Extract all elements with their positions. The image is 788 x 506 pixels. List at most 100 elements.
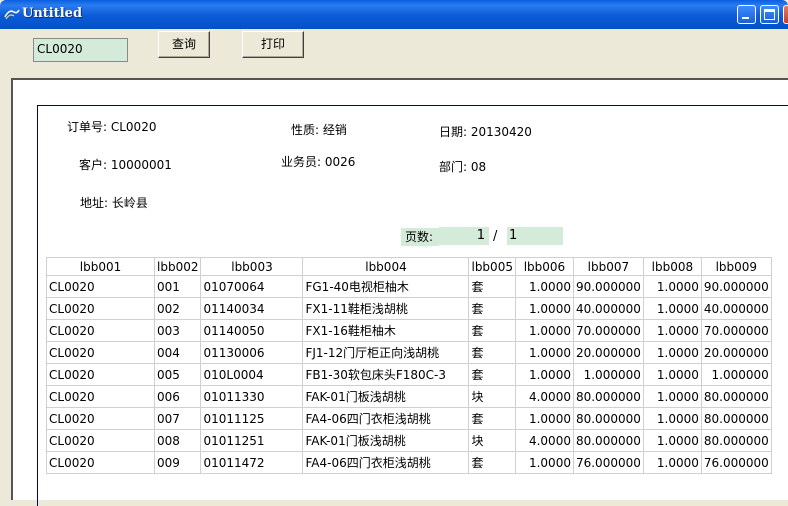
column-header[interactable]: lbb009 bbox=[700, 257, 772, 276]
table-cell: 80.000000 bbox=[572, 429, 644, 452]
table-cell: 1.0000 bbox=[514, 407, 574, 430]
table-cell: FAK-01门板浅胡桃 bbox=[302, 429, 470, 452]
table-cell: 套 bbox=[468, 451, 516, 474]
table-row[interactable]: CL0020 006 01011330 FAK-01门板浅胡桃 块 4.0000… bbox=[46, 385, 772, 408]
table-cell: 01011125 bbox=[200, 407, 304, 430]
column-header[interactable]: lbb002 bbox=[153, 257, 202, 276]
column-header[interactable]: lbb004 bbox=[302, 257, 470, 276]
table-cell: 1.0000 bbox=[642, 407, 702, 430]
page-current: 1 bbox=[439, 227, 489, 245]
column-header[interactable]: lbb007 bbox=[572, 257, 644, 276]
table-cell: 套 bbox=[468, 407, 516, 430]
table-cell: FA4-06四门衣柜浅胡桃 bbox=[302, 407, 470, 430]
table-row[interactable]: CL0020 002 01140034 FX1-11鞋柜浅胡桃 套 1.0000… bbox=[46, 297, 772, 320]
table-row[interactable]: CL0020 007 01011125 FA4-06四门衣柜浅胡桃 套 1.00… bbox=[46, 407, 772, 430]
table-cell: 01140034 bbox=[200, 297, 304, 320]
column-header[interactable]: lbb001 bbox=[46, 257, 155, 276]
table-cell: 80.000000 bbox=[700, 385, 772, 408]
table-cell: 01130006 bbox=[200, 341, 304, 364]
table-cell: FAK-01门板浅胡桃 bbox=[302, 385, 470, 408]
query-button[interactable]: 查询 bbox=[158, 31, 210, 58]
table-cell: 1.0000 bbox=[514, 451, 574, 474]
address-label: 地址: 长岭县 bbox=[80, 196, 148, 210]
table-row[interactable]: CL0020 005 010L0004 FB1-30软包床头F180C-3 套 … bbox=[46, 363, 772, 386]
table-cell: 80.000000 bbox=[572, 385, 644, 408]
table-cell: 01070064 bbox=[200, 275, 304, 298]
order-number-field[interactable]: CL0020 bbox=[33, 38, 128, 62]
table-cell: 套 bbox=[468, 319, 516, 342]
print-button[interactable]: 打印 bbox=[242, 31, 304, 58]
table-cell: 套 bbox=[468, 363, 516, 386]
table-cell: 1.0000 bbox=[642, 385, 702, 408]
column-header[interactable]: lbb005 bbox=[468, 257, 516, 276]
table-cell: 70.000000 bbox=[572, 319, 644, 342]
customer-label: 客户: 10000001 bbox=[79, 158, 172, 172]
table-cell: CL0020 bbox=[46, 451, 155, 474]
table-cell: 块 bbox=[468, 429, 516, 452]
table-cell: FG1-40电视柜柚木 bbox=[302, 275, 470, 298]
table-cell: 1.0000 bbox=[514, 341, 574, 364]
page-count-label: 页数: bbox=[401, 228, 439, 246]
table-cell: 001 bbox=[153, 275, 202, 298]
table-cell: 1.0000 bbox=[642, 429, 702, 452]
table-cell: CL0020 bbox=[46, 385, 155, 408]
table-cell: 4.0000 bbox=[514, 385, 574, 408]
table-cell: 80.000000 bbox=[572, 407, 644, 430]
table-cell: 1.0000 bbox=[642, 297, 702, 320]
table-cell: 01011472 bbox=[200, 451, 304, 474]
table-cell: 1.0000 bbox=[642, 319, 702, 342]
column-header[interactable]: lbb006 bbox=[514, 257, 574, 276]
minimize-button[interactable] bbox=[737, 5, 756, 24]
table-cell: 1.0000 bbox=[642, 451, 702, 474]
table-row[interactable]: CL0020 009 01011472 FA4-06四门衣柜浅胡桃 套 1.00… bbox=[46, 451, 772, 474]
table-cell: 套 bbox=[468, 341, 516, 364]
table-cell: 01140050 bbox=[200, 319, 304, 342]
table-row[interactable]: CL0020 004 01130006 FJ1-12门厅柜正向浅胡桃 套 1.0… bbox=[46, 341, 772, 364]
close-button[interactable] bbox=[783, 5, 788, 24]
title-bar[interactable]: Untitled bbox=[0, 0, 788, 29]
order-number-label: 订单号: CL0020 bbox=[67, 120, 157, 134]
table-cell: 90.000000 bbox=[572, 275, 644, 298]
table-cell: 01011330 bbox=[200, 385, 304, 408]
table-cell: 1.000000 bbox=[572, 363, 644, 386]
column-header[interactable]: lbb003 bbox=[200, 257, 304, 276]
table-cell: 40.000000 bbox=[572, 297, 644, 320]
table-cell: 004 bbox=[153, 341, 202, 364]
table-cell: 1.0000 bbox=[642, 363, 702, 386]
maximize-icon bbox=[764, 9, 775, 20]
table-cell: 70.000000 bbox=[700, 319, 772, 342]
table-row[interactable]: CL0020 008 01011251 FAK-01门板浅胡桃 块 4.0000… bbox=[46, 429, 772, 452]
maximize-button[interactable] bbox=[760, 5, 779, 24]
table-cell: 40.000000 bbox=[700, 297, 772, 320]
table-cell: 003 bbox=[153, 319, 202, 342]
table-cell: CL0020 bbox=[46, 407, 155, 430]
table-cell: 套 bbox=[468, 297, 516, 320]
detail-table: lbb001 lbb002 lbb003 lbb004 lbb005 lbb00… bbox=[46, 257, 772, 474]
table-cell: 002 bbox=[153, 297, 202, 320]
department-label: 部门: 08 bbox=[439, 160, 487, 174]
table-cell: 1.0000 bbox=[514, 275, 574, 298]
column-header[interactable]: lbb008 bbox=[642, 257, 702, 276]
table-cell: 006 bbox=[153, 385, 202, 408]
table-cell: FJ1-12门厅柜正向浅胡桃 bbox=[302, 341, 470, 364]
page-separator: / bbox=[493, 229, 498, 244]
table-cell: 1.0000 bbox=[514, 363, 574, 386]
table-cell: 1.000000 bbox=[700, 363, 772, 386]
table-row[interactable]: CL0020 003 01140050 FX1-16鞋柜柚木 套 1.0000 … bbox=[46, 319, 772, 342]
table-cell: 4.0000 bbox=[514, 429, 574, 452]
table-cell: 20.000000 bbox=[700, 341, 772, 364]
table-cell: 1.0000 bbox=[514, 319, 574, 342]
table-cell: 20.000000 bbox=[572, 341, 644, 364]
table-cell: FB1-30软包床头F180C-3 bbox=[302, 363, 470, 386]
minimize-icon bbox=[742, 17, 749, 19]
table-cell: CL0020 bbox=[46, 275, 155, 298]
table-cell: 007 bbox=[153, 407, 202, 430]
page-total: 1 bbox=[507, 227, 563, 245]
salesman-label: 业务员: 0026 bbox=[281, 155, 356, 169]
table-cell: CL0020 bbox=[46, 319, 155, 342]
table-row[interactable]: CL0020 001 01070064 FG1-40电视柜柚木 套 1.0000… bbox=[46, 275, 772, 298]
table-cell: 009 bbox=[153, 451, 202, 474]
table-cell: 76.000000 bbox=[700, 451, 772, 474]
table-cell: CL0020 bbox=[46, 341, 155, 364]
table-cell: 01011251 bbox=[200, 429, 304, 452]
